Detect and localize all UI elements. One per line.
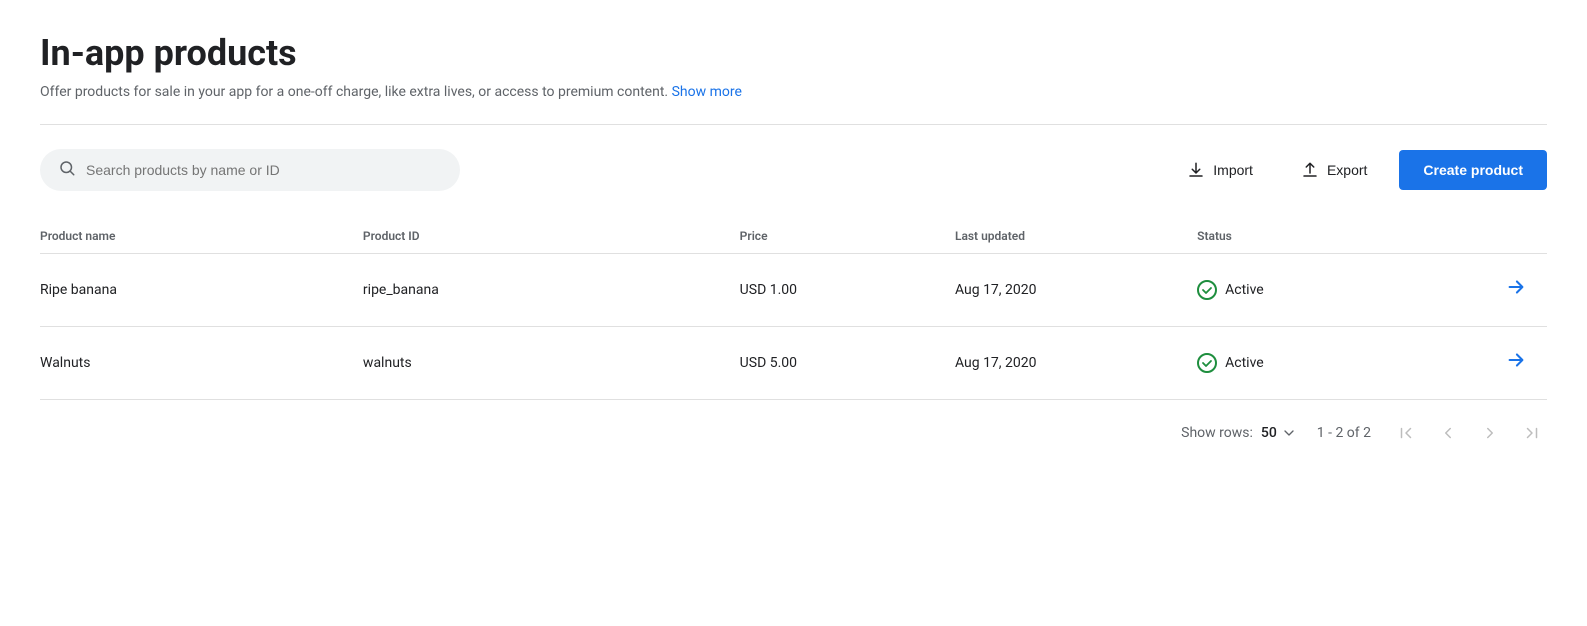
first-page-icon <box>1397 424 1415 442</box>
cell-product-price: USD 5.00 <box>740 327 955 400</box>
chevron-down-icon <box>1281 425 1297 441</box>
cell-product-name: Ripe banana <box>40 254 363 327</box>
section-divider <box>40 124 1547 125</box>
search-input[interactable] <box>86 162 442 178</box>
cell-action[interactable] <box>1466 327 1547 400</box>
export-button[interactable]: Export <box>1285 151 1383 189</box>
arrow-right-icon <box>1505 276 1527 298</box>
next-page-icon <box>1481 424 1499 442</box>
active-status-icon <box>1197 353 1217 373</box>
table-row: Ripe banana ripe_banana USD 1.00 Aug 17,… <box>40 254 1547 327</box>
row-detail-button[interactable] <box>1501 345 1531 381</box>
import-icon <box>1187 161 1205 179</box>
col-header-status: Status <box>1197 219 1466 254</box>
cell-status: Active <box>1197 254 1466 327</box>
next-page-button[interactable] <box>1475 420 1505 446</box>
cell-last-updated: Aug 17, 2020 <box>955 254 1197 327</box>
page-title: In-app products <box>40 32 1547 74</box>
col-header-name: Product name <box>40 219 363 254</box>
create-product-button[interactable]: Create product <box>1399 150 1547 190</box>
col-header-action <box>1466 219 1547 254</box>
first-page-button[interactable] <box>1391 420 1421 446</box>
search-icon <box>58 159 76 181</box>
row-detail-button[interactable] <box>1501 272 1531 308</box>
arrow-right-icon <box>1505 349 1527 371</box>
cell-last-updated: Aug 17, 2020 <box>955 327 1197 400</box>
prev-page-button[interactable] <box>1433 420 1463 446</box>
table-row: Walnuts walnuts USD 5.00 Aug 17, 2020 Ac… <box>40 327 1547 400</box>
toolbar: Import Export Create product <box>40 149 1547 191</box>
rows-per-page-value: 50 <box>1261 425 1277 441</box>
cell-action[interactable] <box>1466 254 1547 327</box>
import-button[interactable]: Import <box>1171 151 1269 189</box>
table-header-row: Product name Product ID Price Last updat… <box>40 219 1547 254</box>
active-status-icon <box>1197 280 1217 300</box>
prev-page-icon <box>1439 424 1457 442</box>
show-more-link[interactable]: Show more <box>672 84 742 100</box>
last-page-icon <box>1523 424 1541 442</box>
show-rows-control: Show rows: 50 <box>1181 425 1297 441</box>
status-badge: Active <box>1197 353 1450 373</box>
status-label: Active <box>1225 282 1264 298</box>
page-subtitle: Offer products for sale in your app for … <box>40 84 1547 100</box>
status-badge: Active <box>1197 280 1450 300</box>
cell-product-price: USD 1.00 <box>740 254 955 327</box>
products-table: Product name Product ID Price Last updat… <box>40 219 1547 400</box>
cell-product-id: ripe_banana <box>363 254 740 327</box>
export-icon <box>1301 161 1319 179</box>
rows-per-page-select[interactable]: 50 <box>1261 425 1297 441</box>
col-header-id: Product ID <box>363 219 740 254</box>
cell-product-id: walnuts <box>363 327 740 400</box>
search-box[interactable] <box>40 149 460 191</box>
show-rows-label: Show rows: <box>1181 425 1253 441</box>
col-header-price: Price <box>740 219 955 254</box>
cell-status: Active <box>1197 327 1466 400</box>
page-range: 1 - 2 of 2 <box>1317 425 1371 441</box>
cell-product-name: Walnuts <box>40 327 363 400</box>
status-label: Active <box>1225 355 1264 371</box>
pagination: Show rows: 50 1 - 2 of 2 <box>40 400 1547 454</box>
col-header-updated: Last updated <box>955 219 1197 254</box>
last-page-button[interactable] <box>1517 420 1547 446</box>
